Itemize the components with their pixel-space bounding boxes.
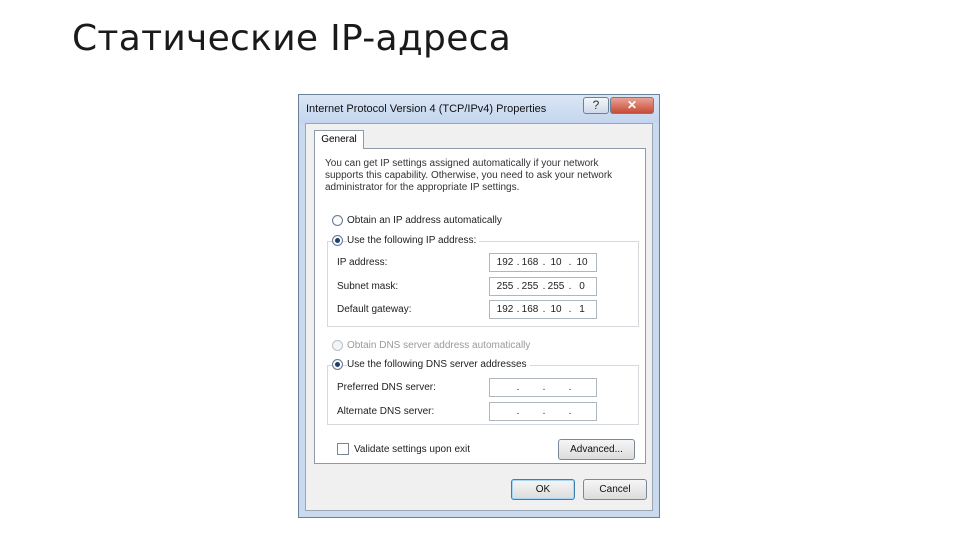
close-button[interactable]: ✕ bbox=[610, 97, 654, 114]
ip-octet[interactable]: 10 bbox=[573, 257, 591, 268]
obtain-ip-auto-radio[interactable] bbox=[332, 215, 343, 226]
ip-dot-separator: . bbox=[568, 304, 572, 315]
ip-dot-separator: . bbox=[516, 257, 520, 268]
use-following-ip-label[interactable]: Use the following IP address: bbox=[347, 235, 480, 246]
ip-dot-separator: . bbox=[542, 406, 546, 417]
ip-address-field[interactable]: 192 168 10 10... bbox=[489, 253, 597, 272]
ip-dot-separator: . bbox=[516, 382, 520, 393]
ip-octet[interactable]: 10 bbox=[547, 304, 565, 315]
use-following-dns-label[interactable]: Use the following DNS server addresses bbox=[347, 359, 530, 370]
ip-octet[interactable]: 255 bbox=[547, 281, 565, 292]
default-gateway-field[interactable]: 192 168 10 1... bbox=[489, 300, 597, 319]
ip-dot-separator: . bbox=[516, 406, 520, 417]
subnet-mask-label: Subnet mask: bbox=[337, 281, 399, 292]
subnet-mask-field[interactable]: 255 255 255 0... bbox=[489, 277, 597, 296]
ip-dot-separator: . bbox=[568, 406, 572, 417]
ip-octet[interactable]: 0 bbox=[573, 281, 591, 292]
ip-dot-separator: . bbox=[542, 281, 546, 292]
ip-octet[interactable]: 192 bbox=[496, 304, 514, 315]
ip-octet[interactable]: 255 bbox=[496, 281, 514, 292]
ip-dot-separator: . bbox=[542, 257, 546, 268]
tab-general[interactable]: General bbox=[314, 130, 364, 149]
ip-dot-separator: . bbox=[516, 281, 520, 292]
tcpip-properties-dialog: Internet Protocol Version 4 (TCP/IPv4) P… bbox=[298, 94, 660, 518]
dialog-title: Internet Protocol Version 4 (TCP/IPv4) P… bbox=[306, 103, 547, 115]
slide-title: Статические IP-адреса bbox=[72, 18, 512, 59]
ip-octet[interactable]: 1 bbox=[573, 304, 591, 315]
ip-octet[interactable]: 10 bbox=[547, 257, 565, 268]
validate-checkbox[interactable] bbox=[337, 443, 349, 455]
obtain-dns-auto-label[interactable]: Obtain DNS server address automatically bbox=[347, 340, 530, 351]
help-button[interactable]: ? bbox=[583, 97, 609, 114]
dialog-titlebar[interactable]: Internet Protocol Version 4 (TCP/IPv4) P… bbox=[299, 95, 659, 123]
ip-dot-separator: . bbox=[542, 382, 546, 393]
dialog-client-area: General You can get IP settings assigned… bbox=[305, 123, 653, 511]
ip-dot-separator: . bbox=[516, 304, 520, 315]
validate-label[interactable]: Validate settings upon exit bbox=[354, 444, 470, 455]
ip-octet[interactable]: 255 bbox=[521, 281, 539, 292]
obtain-ip-auto-label[interactable]: Obtain an IP address automatically bbox=[347, 215, 502, 226]
ip-octet[interactable]: 192 bbox=[496, 257, 514, 268]
alternate-dns-label: Alternate DNS server: bbox=[337, 406, 435, 417]
cancel-button[interactable]: Cancel bbox=[583, 479, 647, 500]
ip-address-label: IP address: bbox=[337, 257, 388, 268]
use-following-ip-radio[interactable] bbox=[332, 235, 343, 246]
ip-dot-separator: . bbox=[568, 281, 572, 292]
default-gateway-label: Default gateway: bbox=[337, 304, 412, 315]
ip-octet[interactable]: 168 bbox=[521, 304, 539, 315]
ip-dot-separator: . bbox=[568, 382, 572, 393]
ok-button[interactable]: OK bbox=[511, 479, 575, 500]
preferred-dns-field[interactable]: ... bbox=[489, 378, 597, 397]
ip-dot-separator: . bbox=[568, 257, 572, 268]
advanced-button[interactable]: Advanced... bbox=[558, 439, 635, 460]
description-text: You can get IP settings assigned automat… bbox=[325, 158, 613, 193]
use-following-dns-radio[interactable] bbox=[332, 359, 343, 370]
ip-dot-separator: . bbox=[542, 304, 546, 315]
ip-octet[interactable]: 168 bbox=[521, 257, 539, 268]
preferred-dns-label: Preferred DNS server: bbox=[337, 382, 436, 393]
general-panel: You can get IP settings assigned automat… bbox=[314, 148, 646, 464]
obtain-dns-auto-radio[interactable] bbox=[332, 340, 343, 351]
alternate-dns-field[interactable]: ... bbox=[489, 402, 597, 421]
